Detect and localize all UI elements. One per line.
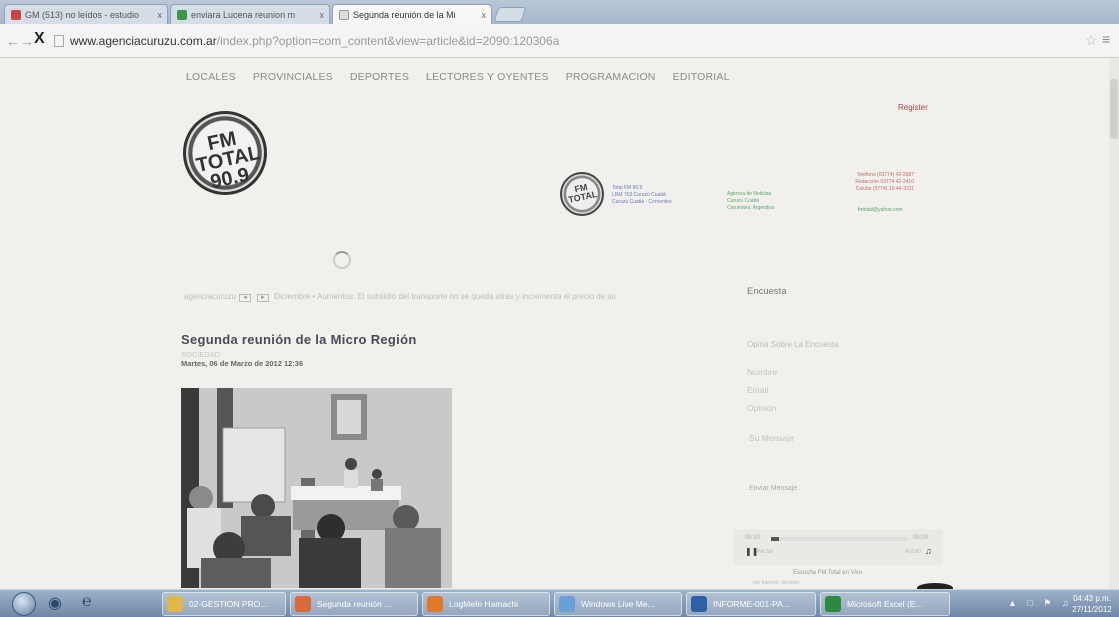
start-button[interactable] bbox=[12, 592, 36, 616]
ticker-site: agenciacuruzu bbox=[184, 292, 237, 301]
audio-label: AUDIO bbox=[905, 549, 921, 555]
article-section[interactable]: SOCIEDAD bbox=[181, 350, 220, 359]
taskbar-item-messenger[interactable]: Windows Live Me... bbox=[554, 592, 682, 616]
send-message-button[interactable]: Enviar Mensaje bbox=[749, 485, 797, 492]
address-bar[interactable]: www.agenciacuruzu.com.ar /index.php?opti… bbox=[54, 30, 1094, 52]
page-icon bbox=[339, 9, 349, 20]
url-path: /index.php?option=com_content&view=artic… bbox=[216, 34, 560, 48]
name-field[interactable]: Nombre bbox=[747, 367, 777, 377]
back-arrow-icon[interactable]: ← bbox=[6, 33, 20, 49]
clock-time: 04:43 p.m. bbox=[1073, 594, 1111, 603]
header-info-green: Agencia de Noticias Curuzú Cuatiá Corrie… bbox=[727, 191, 774, 211]
web-page: LOCALES PROVINCIALES DEPORTES LECTORES Y… bbox=[0, 59, 1119, 589]
word-icon bbox=[691, 596, 707, 612]
vertical-scrollbar[interactable] bbox=[1109, 59, 1119, 589]
audio-player: 00:10 00:00 ❚❚ PAUSE AUDIO ♫ bbox=[733, 529, 943, 565]
taskbar-item-hamachi[interactable]: LogMeIn Hamachi bbox=[422, 592, 550, 616]
menu-icon[interactable]: ≡ bbox=[1102, 31, 1110, 47]
ticker-text[interactable]: Diciembre • Aumentos: El subsidio del tr… bbox=[274, 292, 616, 301]
article-title[interactable]: Segunda reunión de la Micro Región bbox=[181, 332, 417, 347]
message-field[interactable]: Su Mensaje bbox=[749, 433, 794, 443]
nav-item-deportes[interactable]: DEPORTES bbox=[350, 71, 409, 83]
document-icon bbox=[177, 9, 187, 20]
main-nav: LOCALES PROVINCIALES DEPORTES LECTORES Y… bbox=[186, 71, 730, 83]
logo-text: FM TOTAL 90.9 bbox=[194, 127, 263, 194]
system-tray-icons[interactable]: ▲ □ ⚑ ♫ bbox=[1008, 598, 1073, 609]
taskbar-item-chrome[interactable]: Segunda reunión ... bbox=[290, 592, 418, 616]
messenger-icon bbox=[559, 596, 575, 612]
site-logo[interactable]: FM TOTAL 90.9 bbox=[183, 111, 267, 195]
email-field[interactable]: Email bbox=[747, 385, 768, 395]
pause-label: PAUSE bbox=[757, 549, 774, 555]
tab-article[interactable]: Segunda reunión de la Mi x bbox=[332, 4, 492, 24]
browser-toolbar: ← → X www.agenciacuruzu.com.ar /index.ph… bbox=[0, 24, 1119, 58]
tab-label: GM (513) no leídos - estudio bbox=[25, 9, 140, 20]
taskbar-clock[interactable]: 04:43 p.m. 27/11/2012 bbox=[1068, 593, 1116, 615]
tab-label: Segunda reunión de la Mi bbox=[353, 9, 456, 20]
clock-date: 27/11/2012 bbox=[1072, 605, 1112, 614]
header-email[interactable]: fmtotal@yahoo.com bbox=[858, 207, 903, 214]
opinion-field[interactable]: Opinión bbox=[747, 403, 776, 413]
listen-live-sublabel: por Internet, también bbox=[753, 580, 800, 586]
excel-icon bbox=[825, 596, 841, 612]
nav-item-lectores[interactable]: LECTORES Y OYENTES bbox=[426, 71, 549, 83]
nav-item-editorial[interactable]: EDITORIAL bbox=[673, 71, 730, 83]
stop-icon[interactable]: X bbox=[34, 30, 45, 48]
browser-tab-strip: GM (513) no leídos - estudio x enviara L… bbox=[0, 0, 1119, 24]
mail-icon bbox=[11, 9, 21, 20]
url-domain: www.agenciacuruzu.com.ar bbox=[70, 34, 217, 48]
article-date: Martes, 06 de Marzo de 2012 12:36 bbox=[181, 359, 304, 368]
nav-item-programacion[interactable]: PROGRAMACION bbox=[566, 71, 656, 83]
new-tab-button[interactable] bbox=[493, 7, 527, 22]
header-info-blue: Total FM 90.9 LRM 703 Curuzú Cuatiá Curu… bbox=[612, 185, 672, 205]
header-banner-logo: FM TOTAL bbox=[560, 172, 604, 216]
nav-item-locales[interactable]: LOCALES bbox=[186, 71, 236, 83]
register-link[interactable]: Register bbox=[898, 103, 928, 112]
meeting-photo-image bbox=[181, 388, 452, 588]
poll-heading: Encuesta bbox=[747, 286, 787, 297]
tab-document[interactable]: enviara Lucena reunion m x bbox=[170, 4, 330, 24]
taskbar-item-folder[interactable]: 02-GESTION PRO... bbox=[162, 592, 286, 616]
player-progress-bar[interactable] bbox=[771, 537, 907, 541]
header-info-red: Teléfono (03774) 42-2987 Redacción 03774… bbox=[855, 172, 914, 192]
player-time-start: 00:10 bbox=[745, 535, 761, 541]
scrollbar-thumb[interactable] bbox=[1110, 79, 1118, 139]
chrome-icon bbox=[295, 596, 311, 612]
player-time-end: 00:00 bbox=[913, 535, 929, 541]
volume-icon[interactable]: ♫ bbox=[925, 546, 932, 556]
listen-live-label: Escucha FM Total en Vivo bbox=[793, 570, 863, 576]
player-progress-fill bbox=[771, 537, 780, 541]
close-icon[interactable]: x bbox=[158, 10, 163, 20]
tab-label: enviara Lucena reunion m bbox=[191, 9, 296, 20]
poll-question: Opinà Sobre La Encuesta bbox=[747, 340, 839, 349]
ticker-prev-button[interactable]: ◄ bbox=[239, 294, 251, 302]
nav-item-provinciales[interactable]: PROVINCIALES bbox=[253, 71, 333, 83]
close-icon[interactable]: x bbox=[320, 10, 325, 20]
taskbar-item-excel[interactable]: Microsoft Excel (E... bbox=[820, 592, 950, 616]
hamachi-icon bbox=[427, 596, 443, 612]
article-photo bbox=[181, 388, 452, 588]
tab-gmail[interactable]: GM (513) no leídos - estudio x bbox=[4, 4, 168, 24]
loading-spinner-icon bbox=[333, 251, 351, 269]
news-ticker: agenciacuruzu ◄ ► Diciembre • Aumentos: El… bbox=[184, 292, 616, 302]
taskbar-item-word[interactable]: INFORME-001-PA... bbox=[686, 592, 816, 616]
browser-e-icon[interactable]: ℮ bbox=[82, 593, 92, 611]
windows-taskbar: ◉ ℮ 02-GESTION PRO... Segunda reunión ..… bbox=[0, 589, 1119, 617]
ticker-next-button[interactable]: ► bbox=[257, 294, 269, 302]
folder-icon bbox=[167, 596, 183, 612]
star-icon[interactable]: ☆ bbox=[1085, 32, 1098, 49]
forward-arrow-icon[interactable]: → bbox=[20, 33, 34, 49]
logo-small-text: FM TOTAL bbox=[567, 181, 599, 205]
close-icon[interactable]: x bbox=[482, 10, 487, 20]
page-icon bbox=[54, 35, 64, 47]
media-player-icon[interactable]: ◉ bbox=[48, 593, 62, 613]
